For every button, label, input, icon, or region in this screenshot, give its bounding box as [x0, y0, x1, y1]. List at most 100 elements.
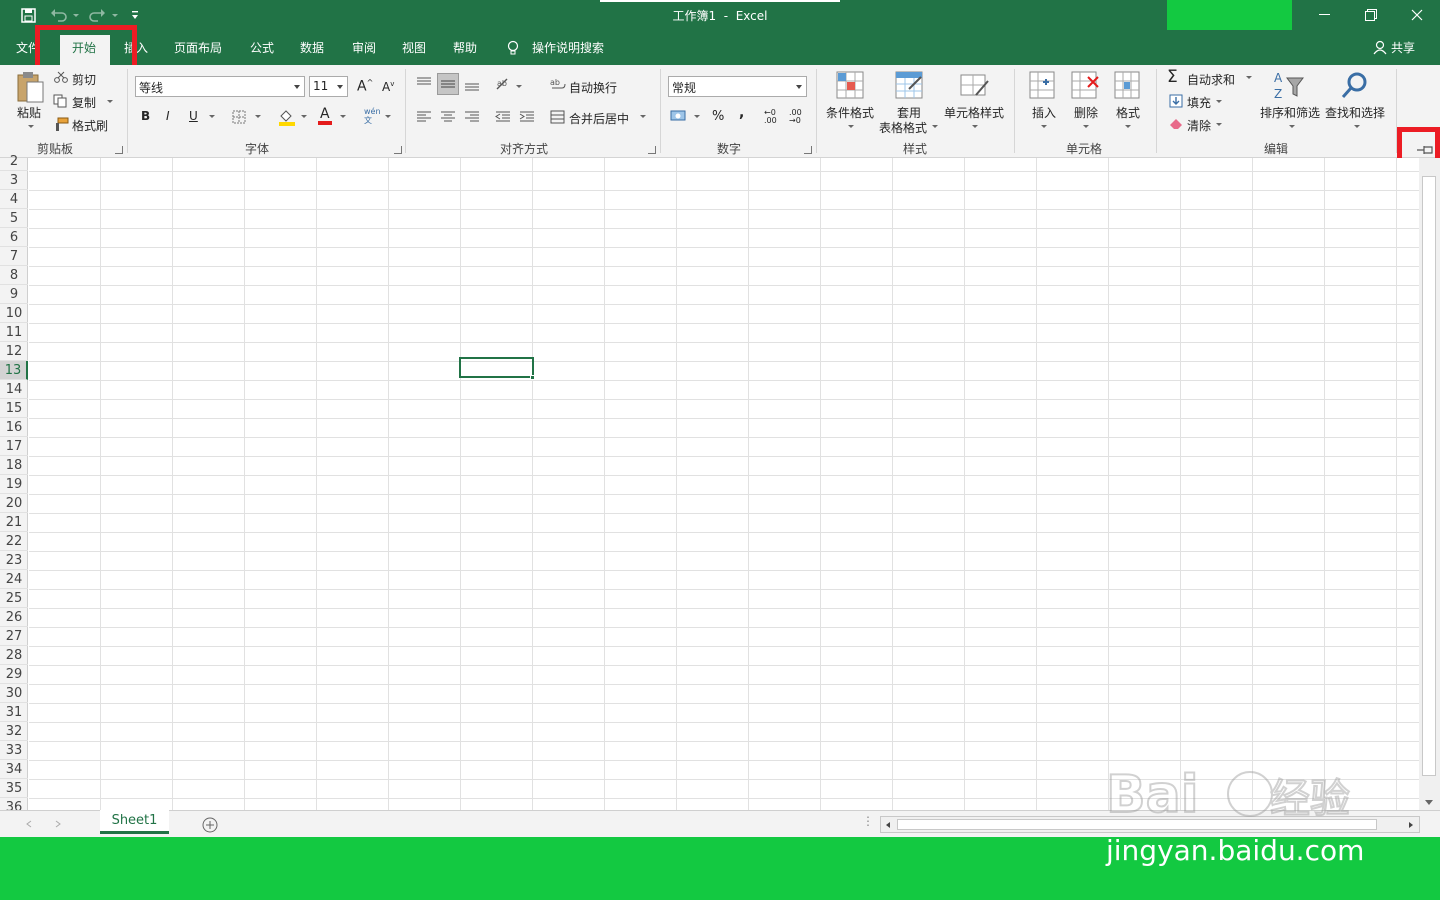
row-header[interactable]: 32 [0, 722, 28, 741]
align-left-icon[interactable] [416, 111, 432, 123]
format-as-table-line2[interactable]: 表格格式 [879, 119, 927, 136]
percent-button[interactable]: % [712, 109, 724, 124]
paste-label[interactable]: 粘贴 [17, 104, 41, 121]
tell-me-search[interactable]: 操作说明搜索 [532, 39, 604, 56]
row-header[interactable]: 12 [0, 342, 28, 361]
row-header[interactable]: 29 [0, 665, 28, 684]
row-header[interactable]: 18 [0, 456, 28, 475]
undo-dropdown-icon[interactable] [73, 14, 79, 17]
clipboard-launcher-icon[interactable] [115, 146, 123, 154]
copy-icon[interactable] [53, 94, 67, 108]
tab-page-layout[interactable]: 页面布局 [174, 39, 222, 56]
row-header[interactable]: 25 [0, 589, 28, 608]
alignment-launcher-icon[interactable] [648, 146, 656, 154]
comma-button[interactable]: , [739, 105, 744, 121]
add-sheet-icon[interactable] [202, 817, 218, 833]
close-icon[interactable] [1411, 9, 1423, 21]
insert-cells-icon[interactable] [1029, 71, 1057, 101]
scroll-left-icon[interactable] [884, 821, 892, 829]
align-top-icon[interactable] [416, 77, 432, 91]
sheet-tab-sheet1[interactable]: Sheet1 [100, 810, 169, 834]
row-header[interactable]: 28 [0, 646, 28, 665]
row-header[interactable]: 30 [0, 684, 28, 703]
sort-filter-icon[interactable]: AZ [1273, 70, 1305, 102]
format-as-table-icon[interactable] [895, 71, 925, 101]
phonetic-button[interactable]: wén 文 [364, 107, 381, 125]
delete-cells-icon[interactable] [1071, 71, 1101, 101]
cell-styles-icon[interactable] [960, 71, 990, 101]
cell-styles-button[interactable]: 单元格样式 [944, 104, 1004, 121]
row-header[interactable]: 5 [0, 209, 28, 228]
undo-icon[interactable] [50, 8, 68, 22]
clear-button[interactable]: 清除 [1187, 117, 1211, 134]
fill-handle[interactable] [530, 375, 535, 380]
row-header[interactable]: 11 [0, 323, 28, 342]
format-painter-button[interactable]: 格式刷 [72, 117, 108, 134]
sheet-next-icon[interactable] [55, 820, 61, 828]
row-header[interactable]: 27 [0, 627, 28, 646]
merge-center-button[interactable]: 合并后居中 [569, 110, 629, 127]
worksheet-grid[interactable] [29, 158, 1419, 810]
underline-button[interactable]: U [189, 109, 198, 123]
tab-data[interactable]: 数据 [300, 39, 324, 56]
row-header[interactable]: 9 [0, 285, 28, 304]
copy-button[interactable]: 复制 [72, 94, 96, 111]
decrease-indent-icon[interactable] [495, 111, 511, 123]
row-header[interactable]: 34 [0, 760, 28, 779]
insert-cells-button[interactable]: 插入 [1032, 104, 1056, 121]
italic-button[interactable]: I [166, 109, 170, 123]
sigma-icon[interactable]: Σ [1167, 67, 1178, 87]
row-header[interactable]: 16 [0, 418, 28, 437]
wrap-text-icon[interactable]: ab [550, 77, 566, 91]
align-bottom-icon[interactable] [464, 77, 480, 91]
font-color-button[interactable]: A [318, 107, 332, 125]
increase-font-icon[interactable]: A^ [357, 78, 373, 95]
number-format-dropdown[interactable]: 常规 [668, 76, 807, 97]
row-header[interactable]: 8 [0, 266, 28, 285]
active-cell[interactable] [459, 357, 534, 378]
row-header[interactable]: 17 [0, 437, 28, 456]
redo-dropdown-icon[interactable] [112, 14, 118, 17]
row-header[interactable]: 14 [0, 380, 28, 399]
autosum-button[interactable]: 自动求和 [1187, 71, 1235, 88]
decrease-decimal-icon[interactable]: .00 →0 [789, 109, 802, 125]
eraser-icon[interactable] [1169, 117, 1183, 129]
bold-button[interactable]: B [141, 109, 150, 123]
align-center-icon[interactable] [440, 111, 456, 123]
format-painter-icon[interactable] [54, 117, 69, 131]
sheet-prev-icon[interactable] [26, 820, 32, 828]
accounting-format-icon[interactable] [670, 109, 688, 123]
font-name-dropdown[interactable]: 等线 [135, 76, 305, 97]
row-header[interactable]: 13 [0, 361, 28, 380]
fill-icon[interactable] [1169, 94, 1183, 108]
align-middle-button[interactable] [437, 73, 459, 95]
row-header[interactable]: 15 [0, 399, 28, 418]
restore-icon[interactable] [1365, 9, 1377, 21]
conditional-formatting-button[interactable]: 条件格式 [826, 104, 874, 121]
row-header[interactable]: 24 [0, 570, 28, 589]
tab-split-icon[interactable]: ⋮ [862, 814, 874, 828]
font-size-dropdown[interactable]: 11 [309, 76, 348, 97]
tab-formulas[interactable]: 公式 [250, 39, 274, 56]
row-header[interactable]: 3 [0, 171, 28, 190]
row-header[interactable]: 22 [0, 532, 28, 551]
row-header[interactable]: 10 [0, 304, 28, 323]
scroll-down-icon[interactable] [1423, 798, 1435, 806]
vertical-scroll-thumb[interactable] [1422, 176, 1436, 776]
customize-icon[interactable] [131, 10, 139, 20]
vertical-scrollbar[interactable] [1419, 158, 1440, 810]
save-icon[interactable] [21, 8, 36, 23]
find-select-icon[interactable] [1340, 70, 1370, 100]
borders-icon[interactable] [232, 110, 246, 124]
row-header[interactable]: 4 [0, 190, 28, 209]
row-header[interactable]: 20 [0, 494, 28, 513]
merge-center-icon[interactable] [550, 110, 565, 124]
paste-icon[interactable] [15, 70, 45, 104]
increase-decimal-icon[interactable]: ←0.00 [764, 109, 777, 125]
number-launcher-icon[interactable] [804, 146, 812, 154]
find-select-button[interactable]: 查找和选择 [1325, 104, 1385, 121]
fill-color-icon[interactable] [278, 108, 296, 126]
tab-view[interactable]: 视图 [402, 39, 426, 56]
row-header[interactable]: 6 [0, 228, 28, 247]
orientation-icon[interactable]: ab [495, 77, 511, 91]
